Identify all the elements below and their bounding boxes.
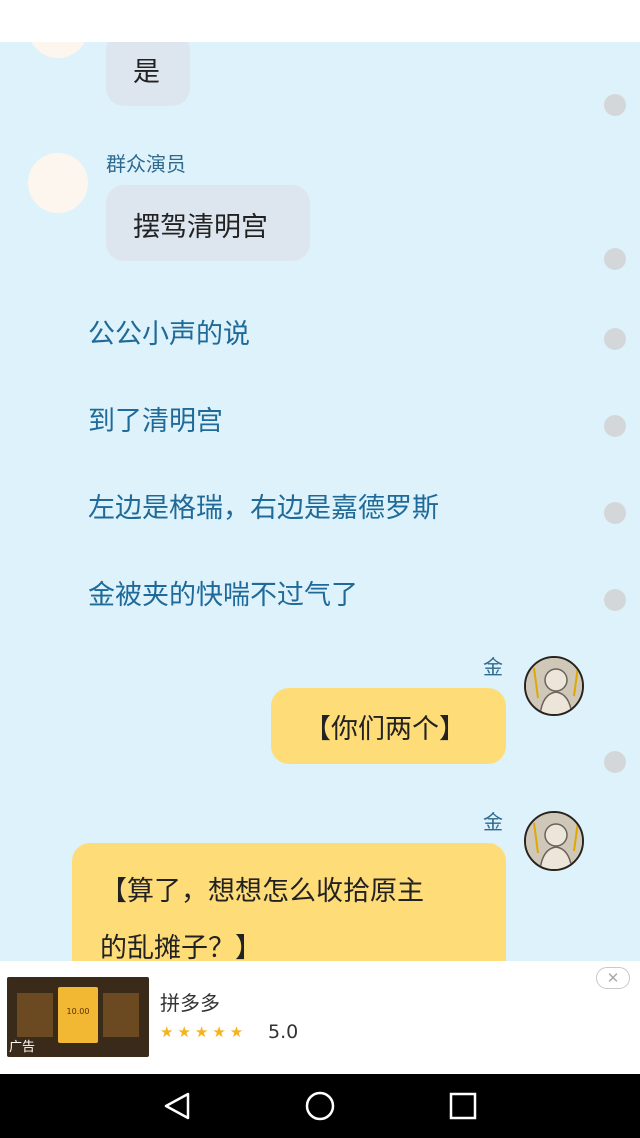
ad-thumb-text: 10.00: [66, 1007, 90, 1016]
ad-banner[interactable]: 10.00 广告 拼多多 ★★★★★ 5.0 ✕: [0, 961, 640, 1074]
sender-name: 金: [483, 810, 503, 834]
close-icon[interactable]: ✕: [596, 967, 630, 989]
recents-square-icon[interactable]: [448, 1090, 478, 1122]
home-circle-icon[interactable]: [304, 1090, 336, 1122]
narration-line: 左边是格瑞，右边是嘉德罗斯: [88, 493, 439, 524]
rating-stars: ★★★★★: [160, 1023, 248, 1041]
status-dot: [604, 328, 626, 350]
back-triangle-icon[interactable]: [160, 1090, 194, 1122]
rating-value: 5.0: [268, 1021, 299, 1043]
status-dot: [604, 589, 626, 611]
message-bubble[interactable]: 【算了，想想怎么收拾原主 的乱摊子？】: [72, 843, 506, 961]
message-text: 【你们两个】: [304, 714, 466, 745]
status-dot: [604, 94, 626, 116]
sender-name: 群众演员: [106, 152, 186, 176]
narration-line: 金被夹的快喘不过气了: [88, 580, 358, 611]
ad-thumb-decoration: [103, 993, 139, 1037]
status-dot: [604, 415, 626, 437]
sender-name: 金: [483, 655, 503, 679]
navigation-bar: [0, 1074, 640, 1138]
avatar[interactable]: [28, 153, 88, 213]
message-text: 摆驾清明宫: [133, 212, 268, 243]
message-text: 【算了，想想怎么收拾原主: [100, 876, 424, 907]
status-dot: [604, 751, 626, 773]
ad-title[interactable]: 拼多多: [160, 987, 220, 1016]
message-text: 的乱摊子？】: [100, 933, 262, 961]
status-dot: [604, 248, 626, 270]
status-dot: [604, 502, 626, 524]
message-bubble[interactable]: 【你们两个】: [271, 688, 506, 764]
narration-line: 公公小声的说: [88, 319, 250, 350]
message-bubble[interactable]: 是: [106, 42, 190, 106]
ad-thumbnail[interactable]: 10.00 广告: [7, 977, 149, 1057]
avatar[interactable]: [28, 42, 88, 58]
top-bar: [0, 0, 640, 42]
chat-area[interactable]: 是 群众演员 摆驾清明宫 公公小声的说 到了清明宫 左边是格瑞，右边是嘉德罗斯 …: [0, 42, 640, 961]
avatar[interactable]: [524, 656, 584, 716]
message-bubble[interactable]: 摆驾清明宫: [106, 185, 310, 261]
avatar[interactable]: [524, 811, 584, 871]
narration-line: 到了清明宫: [88, 406, 223, 437]
message-text: 是: [133, 57, 160, 88]
ad-thumb-decoration: [17, 993, 53, 1037]
ad-label: 广告: [9, 1040, 36, 1055]
